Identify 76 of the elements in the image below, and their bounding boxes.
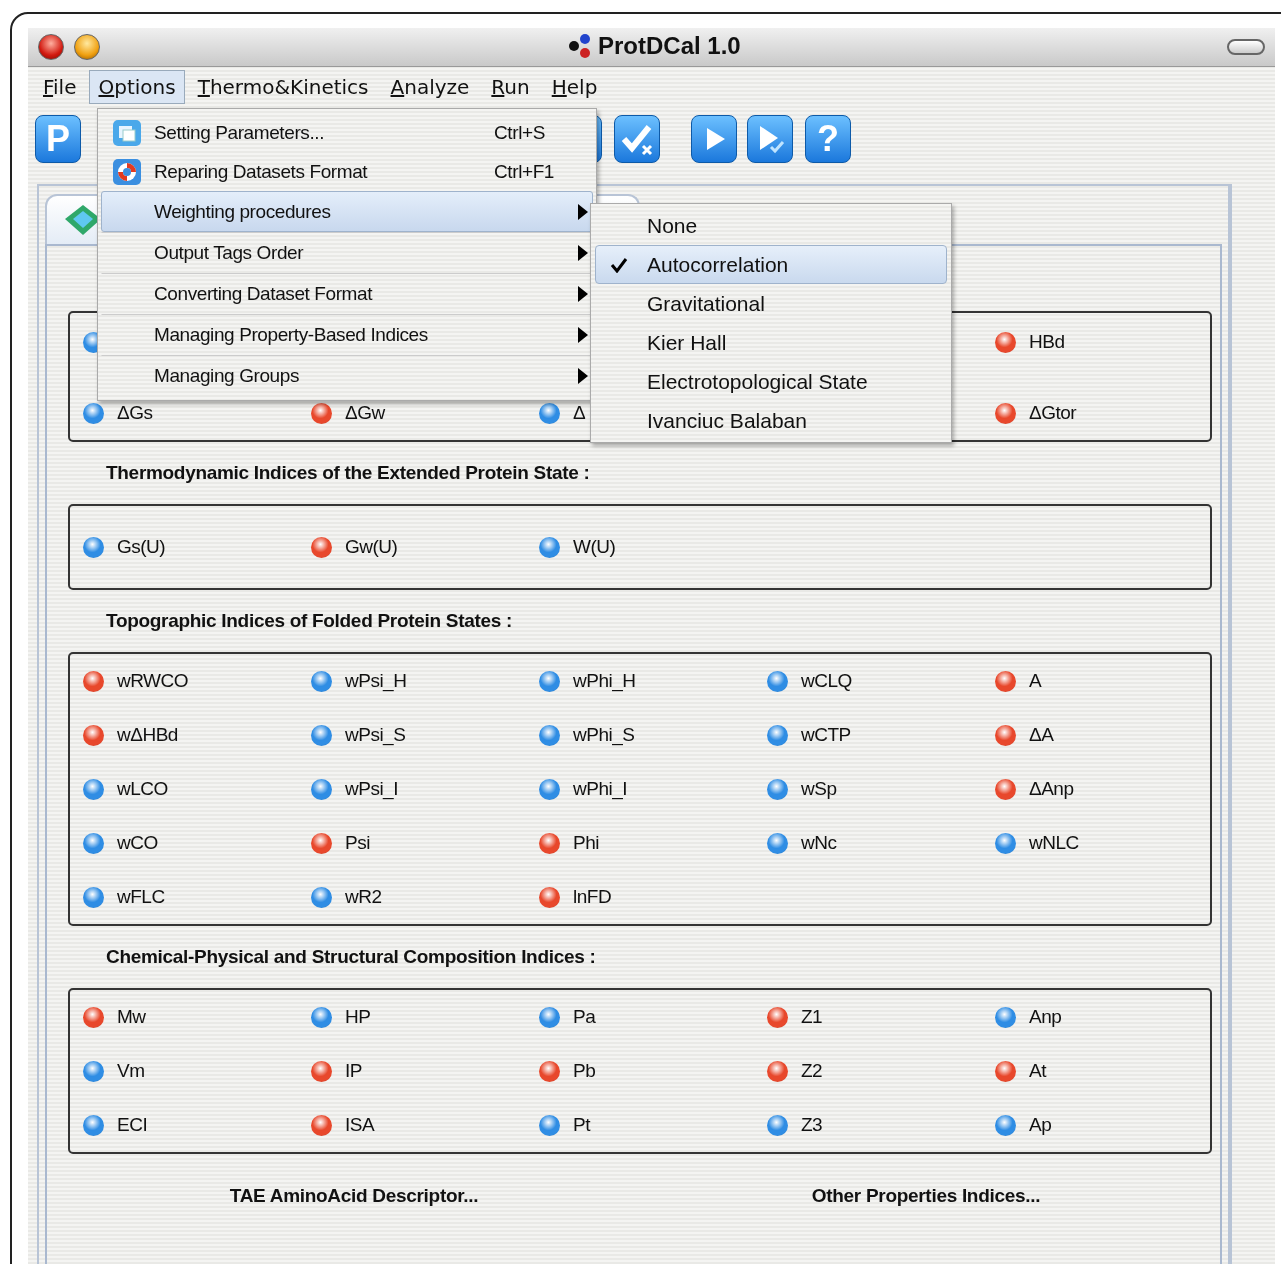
index-label: wCTP [801, 724, 851, 746]
index-label: Psi [345, 832, 370, 854]
index-label: wNc [801, 832, 837, 854]
toolbar-toggle-button[interactable] [1227, 39, 1265, 55]
minimize-button[interactable] [74, 34, 100, 60]
index-label: wCLQ [801, 670, 852, 692]
index-label: wLCO [117, 778, 168, 800]
menu-item[interactable]: Thermo&Kinetics [188, 70, 378, 104]
section-heading: Topographic Indices of Folded Protein States : [106, 610, 512, 632]
play-icon[interactable] [747, 115, 793, 163]
index-label: wR2 [345, 886, 382, 908]
link[interactable]: Other Properties Indices... [811, 1185, 1041, 1207]
menu-item[interactable]: File [34, 70, 86, 104]
window-title: ProtDCal 1.0 [598, 32, 741, 60]
index-label: lnFD [573, 886, 612, 908]
section-heading: Thermodynamic Indices of the Extended Protein State : [106, 462, 590, 484]
index-label: Δ [573, 402, 586, 424]
index-label: Pb [573, 1060, 596, 1082]
index-label: Z1 [801, 1006, 823, 1028]
menu-item[interactable]: Options [89, 70, 185, 104]
molecule-icon [568, 32, 592, 60]
check-icon[interactable] [614, 115, 660, 163]
index-label: ΔA [1029, 724, 1054, 746]
menu-item[interactable]: Kier Hall [595, 323, 947, 362]
menu-item[interactable]: None [595, 206, 947, 245]
index-label: Phi [573, 832, 599, 854]
menu-item[interactable]: Electrotopological State [595, 362, 947, 401]
index-label: Gw(U) [345, 536, 398, 558]
index-label: ΔGs [117, 402, 153, 424]
index-label: Pa [573, 1006, 596, 1028]
index-label: wPhi_S [573, 724, 635, 746]
index-label: W(U) [573, 536, 616, 558]
window-icon [112, 118, 142, 147]
index-label: wNLC [1029, 832, 1079, 854]
menu-item[interactable]: Reparing Datasets Format Ctrl+F1 [101, 152, 593, 191]
index-label: wPsi_H [345, 670, 407, 692]
index-label: HP [345, 1006, 371, 1028]
index-label: ΔGtor [1029, 402, 1077, 424]
menu-item[interactable]: Setting Parameters... Ctrl+S [101, 113, 593, 152]
index-label: ECI [117, 1114, 148, 1136]
index-label: Anp [1029, 1006, 1062, 1028]
index-label: wPsi_S [345, 724, 406, 746]
index-label: ISA [345, 1114, 375, 1136]
index-label: Z2 [801, 1060, 823, 1082]
menu-item[interactable]: Ivanciuc Balaban [595, 401, 947, 440]
index-label: HBd [1029, 331, 1065, 353]
index-label: wSp [801, 778, 837, 800]
index-label: wPhi_I [573, 778, 628, 800]
link[interactable]: TAE AminoAcid Descriptor... [229, 1185, 479, 1207]
index-label: Z3 [801, 1114, 823, 1136]
index-label: At [1029, 1060, 1046, 1082]
index-label: wPsi_I [345, 778, 398, 800]
lifebuoy-icon [112, 157, 142, 186]
index-label: Mw [117, 1006, 146, 1028]
index-label: Gs(U) [117, 536, 166, 558]
menu-item[interactable]: Help [542, 70, 607, 104]
section-heading: Chemical-Physical and Structural Composition Indices : [106, 946, 596, 968]
menu-item[interactable]: Autocorrelation [595, 245, 947, 284]
index-label: Ap [1029, 1114, 1052, 1136]
close-button[interactable] [38, 34, 64, 60]
menu-item[interactable]: Weighting procedures [101, 191, 593, 232]
index-label: wPhi_H [573, 670, 636, 692]
index-label: ΔAnp [1029, 778, 1074, 800]
index-label: A [1029, 670, 1042, 692]
play-icon[interactable] [691, 115, 737, 163]
index-label: wCO [117, 832, 158, 854]
index-label: wRWCO [117, 670, 189, 692]
index-label: Vm [117, 1060, 145, 1082]
menu-item[interactable]: Run [482, 70, 539, 104]
menu-item[interactable]: Analyze [381, 70, 479, 104]
index-label: IP [345, 1060, 362, 1082]
index-label: wFLC [117, 886, 165, 908]
index-label: wΔHBd [117, 724, 178, 746]
menu-item[interactable]: Gravitational [595, 284, 947, 323]
index-label: Pt [573, 1114, 590, 1136]
index-label: ΔGw [345, 402, 385, 424]
